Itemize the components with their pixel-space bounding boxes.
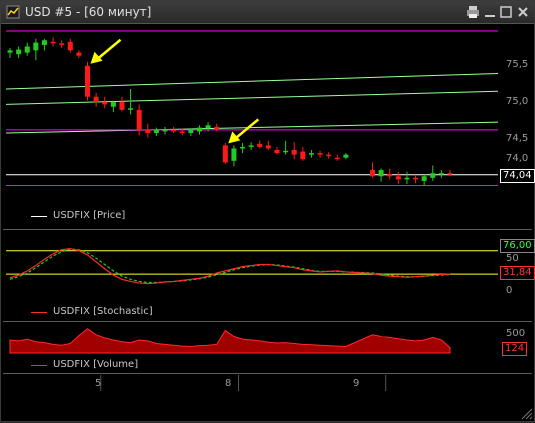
- annotation-arrow: [95, 38, 122, 61]
- volume-last-value: 124: [502, 342, 528, 356]
- candle-body: [119, 102, 125, 110]
- pane-divider-volume[interactable]: [3, 373, 532, 374]
- candle-body: [395, 176, 401, 180]
- volume-legend-swatch: [31, 365, 47, 366]
- candle-body: [145, 129, 151, 133]
- stochastic-last-value: 31,84: [500, 266, 535, 280]
- candle-body: [85, 65, 91, 97]
- candle-body: [317, 153, 323, 155]
- time-label-8: 8: [225, 378, 232, 389]
- time-label-9: 9: [353, 378, 360, 389]
- candle-body: [240, 146, 246, 149]
- candle-body: [196, 127, 202, 132]
- candle-body: [50, 41, 56, 44]
- candle-body: [369, 170, 375, 177]
- channel-line: [5, 90, 499, 105]
- price-last-value: 74,04: [500, 169, 535, 183]
- price-tick-75-5: 75,5: [506, 59, 529, 70]
- volume-tick-500: 500: [506, 328, 526, 339]
- chart-window: USD #5 - [60 минут] USDFIX [Price] USDFI…: [0, 0, 535, 422]
- channel-line: [5, 73, 499, 90]
- candle-body: [430, 173, 436, 178]
- candle-body: [378, 170, 384, 177]
- volume-legend: USDFIX [Volume]: [53, 359, 139, 370]
- pane-divider-price[interactable]: [3, 229, 532, 230]
- stochastic-k-line: [9, 247, 451, 285]
- price-legend: USDFIX [Price]: [53, 210, 126, 221]
- candle-body: [24, 46, 30, 53]
- price-tick-75-0: 75,0: [506, 96, 529, 107]
- stochastic-legend: USDFIX [Stochastic]: [53, 306, 153, 317]
- candle-body: [7, 50, 13, 53]
- candle-body: [231, 148, 237, 161]
- resize-grip-icon[interactable]: [519, 406, 533, 420]
- candle-body: [179, 131, 185, 133]
- stochastic-tick-0: 0: [506, 285, 513, 296]
- price-tick-74-5: 74,5: [506, 133, 529, 144]
- candle-body: [76, 52, 82, 56]
- candle-body: [67, 41, 73, 51]
- candle-body: [413, 177, 419, 180]
- candle-body: [153, 129, 159, 133]
- candle-body: [257, 143, 263, 147]
- candle-body: [162, 129, 168, 132]
- candle-body: [387, 173, 393, 177]
- candle-body: [438, 173, 444, 175]
- stochastic-d-line: [9, 248, 451, 284]
- candle-body: [102, 102, 108, 105]
- candle-body: [421, 176, 427, 181]
- candle-body: [343, 154, 349, 158]
- stochastic-tick-50: 50: [506, 253, 519, 264]
- candle-body: [308, 153, 314, 155]
- candle-body: [222, 145, 228, 163]
- candle-body: [110, 102, 116, 107]
- pane-divider-stochastic[interactable]: [3, 321, 532, 322]
- candle-body: [248, 145, 254, 147]
- candle-body: [334, 157, 340, 160]
- candle-body: [136, 109, 142, 130]
- candle-body: [41, 40, 47, 45]
- candle-body: [326, 154, 332, 157]
- candle-body: [265, 145, 271, 149]
- candle-body: [274, 150, 280, 154]
- annotation-arrow: [233, 118, 260, 141]
- candle-body: [447, 173, 453, 175]
- stochastic-upper-value: 76,00: [500, 239, 535, 253]
- candle-body: [188, 129, 194, 133]
- candle-body: [214, 126, 220, 130]
- candle-body: [33, 42, 39, 51]
- candle-body: [291, 150, 297, 155]
- candle-body: [59, 43, 65, 45]
- price-legend-swatch: [31, 216, 47, 217]
- candle-body: [16, 49, 22, 55]
- candle-body: [283, 150, 289, 153]
- candle-body: [171, 129, 177, 132]
- candle-body: [205, 125, 211, 129]
- price-tick-74-0: 74,0: [506, 153, 529, 164]
- candle-body: [128, 108, 134, 110]
- time-label-5: 5: [95, 378, 102, 389]
- volume-area: [9, 328, 451, 354]
- candle-body: [93, 96, 99, 103]
- stochastic-legend-swatch: [31, 312, 47, 313]
- candle-body: [404, 177, 410, 180]
- candle-body: [300, 151, 306, 160]
